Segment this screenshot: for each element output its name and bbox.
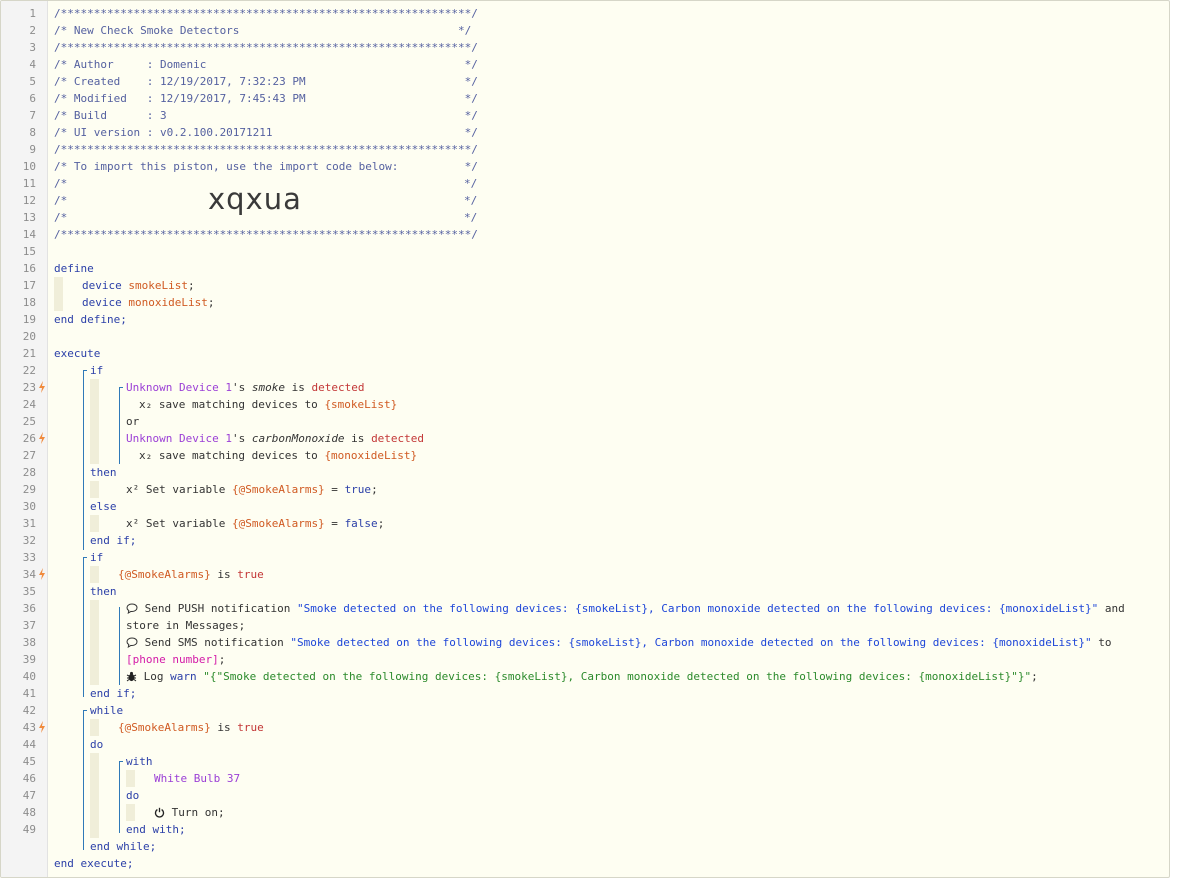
bolt-icon [38,568,46,581]
header-import-code-line: /* xqxua */ [54,182,478,216]
bolt-icon [38,381,46,394]
turn-on-action[interactable]: Turn on; [154,804,1169,821]
sms-notification-action[interactable]: Send SMS notification "Smoke detected on… [126,634,1169,651]
save-matching-co[interactable]: x₂ save matching devices to {monoxideLis… [139,447,1169,464]
co-condition[interactable]: Unknown Device 1's carbonMonoxide is det… [126,430,1169,447]
header-modified: /* Modified : 12/19/2017, 7:45:43 PM */ [54,92,478,105]
header-created: /* Created : 12/19/2017, 7:32:23 PM */ [54,75,478,88]
device-declaration[interactable]: device smokeList; [82,277,1169,294]
set-variable-true[interactable]: x² Set variable {@SmokeAlarms} = true; [126,481,1169,498]
if-keyword[interactable]: if [90,549,1169,566]
or-operator[interactable]: or [126,413,1169,430]
else-keyword[interactable]: else [90,498,1169,515]
while-condition[interactable]: {@SmokeAlarms} is true [118,719,1169,736]
device-declaration[interactable]: device monoxideList; [82,294,1169,311]
log-action[interactable]: Log warn "{"Smoke detected on the follow… [126,668,1169,685]
if-keyword[interactable]: if [90,362,1169,379]
end-if-keyword[interactable]: end if; [90,685,1169,702]
header-border: /***************************************… [54,228,478,241]
end-with-keyword[interactable]: end with; [126,821,1169,838]
header-title: /* New Check Smoke Detectors */ [54,24,472,37]
do-keyword[interactable]: do [90,736,1169,753]
end-define-keyword[interactable]: end define; [54,311,1169,328]
header-build: /* Build : 3 */ [54,109,478,122]
push-store-in-messages: store in Messages; [126,619,246,632]
header-author: /* Author : Domenic */ [54,58,478,71]
header-version: /* UI version : v0.2.100.20171211 */ [54,126,478,139]
header-border: /***************************************… [54,143,478,156]
define-keyword[interactable]: define [54,260,1169,277]
end-if-keyword[interactable]: end if; [90,532,1169,549]
piston-code-editor: 1 2 3 4 5 6 7 8 9 10 11 12 13 14 15 16 17 18 19 20 21 22 23 24 2… [0,0,1170,878]
bolt-icon [38,721,46,734]
code-lines: /***************************************… [1,1,1169,877]
header-border: /***************************************… [54,41,478,54]
smoke-condition[interactable]: Unknown Device 1's smoke is detected [126,379,1169,396]
with-keyword[interactable]: with [126,753,1169,770]
header-import-text: /* To import this piston, use the import… [54,160,478,173]
device-white-bulb[interactable]: White Bulb 37 [154,770,1169,787]
then-keyword[interactable]: then [90,464,1169,481]
sms-phone-line: [phone number]; [126,653,226,666]
bolt-icon [38,432,46,445]
header-blank: /* */ [54,211,478,224]
end-execute-keyword[interactable]: end execute; [54,855,1169,872]
do-keyword[interactable]: do [126,787,1169,804]
while-keyword[interactable]: while [90,702,1169,719]
push-notification-action[interactable]: Send PUSH notification "Smoke detected o… [126,600,1169,617]
phone-number-placeholder[interactable]: [phone number] [126,653,219,666]
then-keyword[interactable]: then [90,583,1169,600]
end-while-keyword[interactable]: end while; [90,838,1169,855]
save-matching-smoke[interactable]: x₂ save matching devices to {smokeList} [139,396,1169,413]
set-variable-false[interactable]: x² Set variable {@SmokeAlarms} = false; [126,515,1169,532]
header-border: /***************************************… [54,7,478,20]
alarm-condition[interactable]: {@SmokeAlarms} is true [118,566,1169,583]
execute-keyword[interactable]: execute [54,345,1169,362]
